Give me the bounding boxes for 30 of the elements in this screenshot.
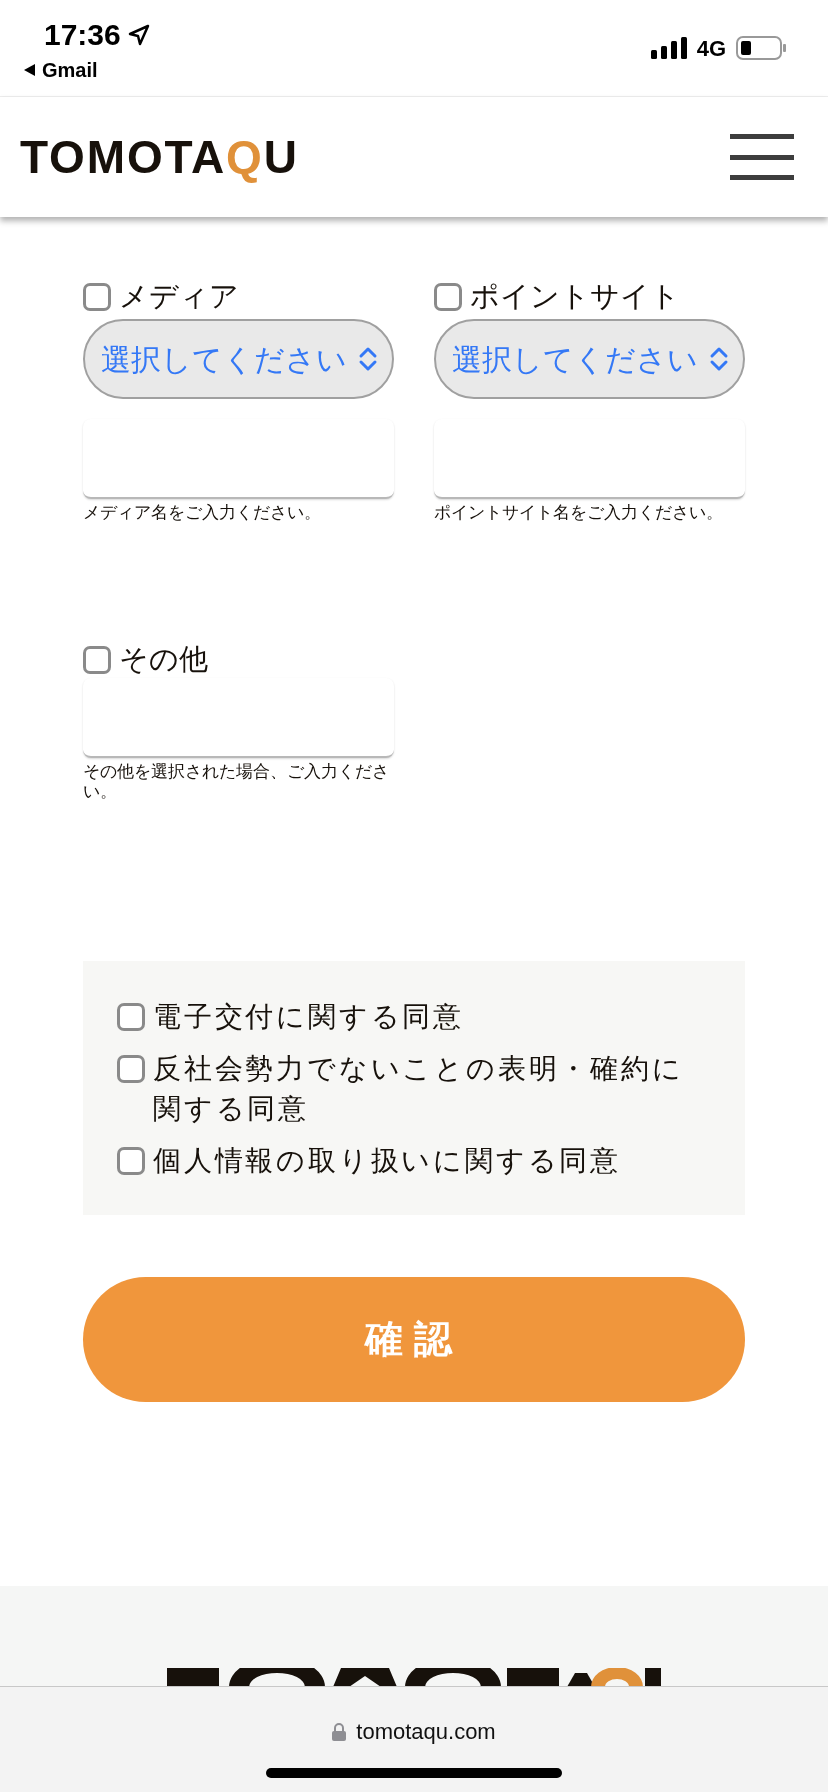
chevron-up-down-icon [358, 346, 378, 372]
back-triangle-icon [22, 63, 36, 77]
location-arrow-icon [126, 23, 151, 47]
checkbox[interactable] [83, 646, 111, 674]
input-field[interactable] [434, 419, 745, 499]
consent-label: 電子交付に関する同意 [153, 999, 464, 1035]
signal-icon [650, 37, 687, 59]
status-time: 17:36 [43, 20, 121, 50]
help-text: その他を選択された場合、ご入力ください。 [83, 761, 390, 801]
chevron-up-down-icon [709, 346, 729, 372]
network-label: 4G [696, 34, 726, 63]
checkbox[interactable] [117, 1055, 145, 1083]
checkbox-label: その他 [119, 641, 208, 679]
consent-label: 反社会勢力でないことの表明・確約に関する同意 [153, 1051, 685, 1127]
address-field[interactable]: tomotaqu.com [332, 1715, 496, 1748]
input-field[interactable] [83, 678, 394, 758]
checkbox-label: ポイントサイト [470, 278, 680, 316]
menu-button[interactable] [730, 134, 794, 180]
checkbox-label: メディア [119, 278, 239, 316]
help-text: メディア名をご入力ください。 [83, 502, 322, 522]
back-to-app-link[interactable]: Gmail [22, 60, 151, 80]
battery-icon [736, 36, 786, 60]
help-text: ポイントサイト名をご入力ください。 [434, 502, 724, 522]
checkbox[interactable] [117, 1003, 145, 1031]
checkbox[interactable] [117, 1147, 145, 1175]
input-field[interactable] [83, 419, 394, 499]
consent-label: 個人情報の取り扱いに関する同意 [153, 1143, 621, 1179]
checkbox[interactable] [434, 283, 462, 311]
checkbox[interactable] [83, 283, 111, 311]
lock-icon [332, 1722, 347, 1741]
